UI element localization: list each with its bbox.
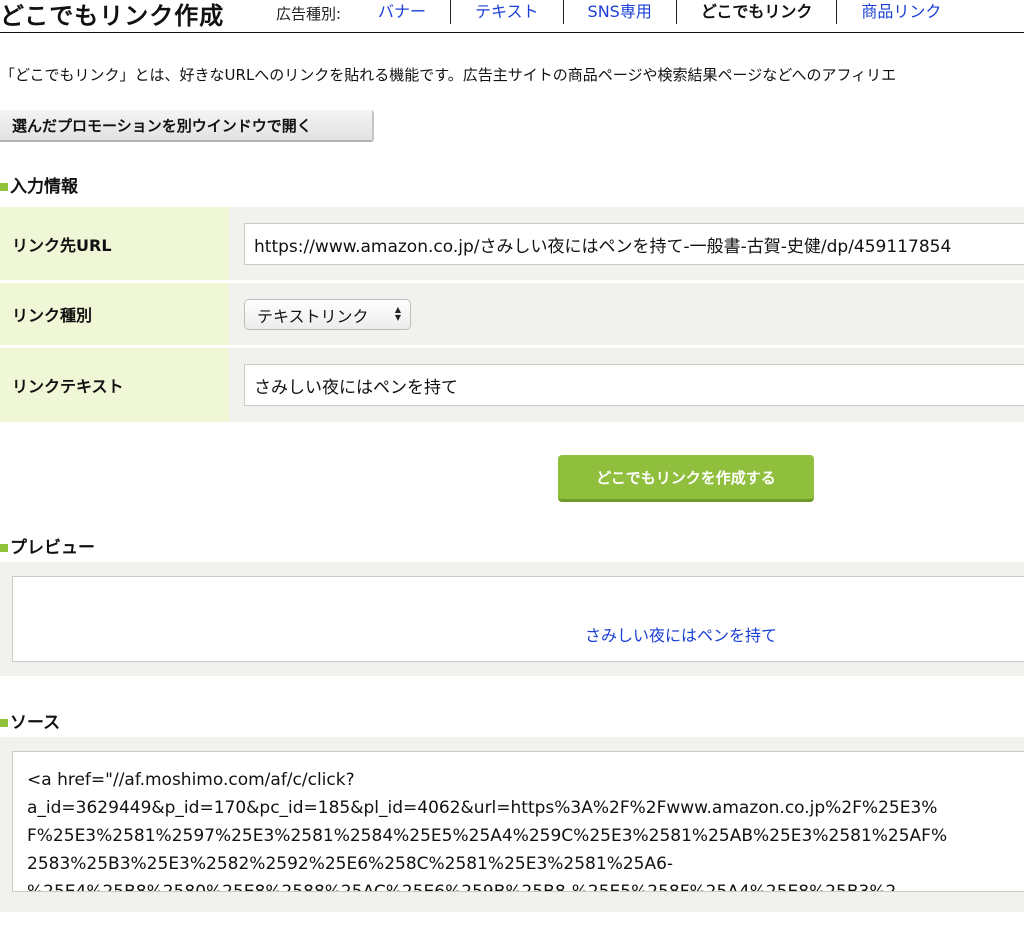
preview-section-title: プレビュー	[10, 538, 95, 558]
source-line: 2583%25B3%25E3%2582%2592%25E6%258C%2581%…	[27, 854, 674, 874]
form-row-url: リンク先URL https://www.amazon.co.jp/さみしい夜には…	[0, 207, 1024, 280]
link-type-selected: テキストリンク	[257, 306, 369, 326]
source-section-title: ソース	[10, 713, 61, 733]
input-section-title: 入力情報	[10, 177, 78, 197]
form-row-text: リンクテキスト さみしい夜にはペンを持て	[0, 348, 1024, 422]
tab-anywhere-link[interactable]: どこでもリンク	[677, 0, 838, 24]
tab-text[interactable]: テキスト	[451, 0, 564, 24]
ad-type-label: 広告種別:	[276, 5, 342, 23]
preview-box: さみしい夜にはペンを持て	[12, 576, 1024, 662]
tab-sns[interactable]: SNS専用	[564, 0, 677, 24]
source-code-box[interactable]: <a href="//af.moshimo.com/af/c/click? a_…	[12, 751, 1024, 892]
create-link-button[interactable]: どこでもリンクを作成する	[558, 455, 814, 502]
url-input[interactable]: https://www.amazon.co.jp/さみしい夜にはペンを持て-一般…	[244, 223, 1024, 265]
input-section-heading: 入力情報	[0, 172, 78, 197]
green-square-icon	[0, 719, 8, 727]
text-label: リンクテキスト	[0, 348, 229, 422]
tab-product-link[interactable]: 商品リンク	[837, 0, 965, 24]
intro-text: 「どこでもリンク」とは、好きなURLへのリンクを貼れる機能です。広告主サイトの商…	[0, 66, 897, 84]
source-line: F%25E3%2581%2597%25E3%2581%2584%25E5%25A…	[27, 826, 948, 846]
page-header: どこでもリンク作成 広告種別: バナー テキスト SNS専用 どこでもリンク 商…	[0, 0, 1024, 33]
preview-section-heading: プレビュー	[0, 533, 95, 558]
source-section-heading: ソース	[0, 708, 60, 733]
green-square-icon	[0, 183, 8, 191]
green-square-icon	[0, 544, 8, 552]
ad-type-tabs: バナー テキスト SNS専用 どこでもリンク 商品リンク	[354, 0, 965, 32]
preview-area: さみしい夜にはペンを持て	[0, 562, 1024, 676]
source-line: <a href="//af.moshimo.com/af/c/click?	[27, 770, 355, 790]
source-line: a_id=3629449&p_id=170&pc_id=185&pl_id=40…	[27, 798, 938, 818]
select-arrows-icon: ▲ ▼	[394, 305, 401, 322]
form-row-type: リンク種別 テキストリンク ▲ ▼	[0, 283, 1024, 345]
source-area: <a href="//af.moshimo.com/af/c/click? a_…	[0, 737, 1024, 912]
preview-link[interactable]: さみしい夜にはペンを持て	[585, 622, 777, 646]
open-promotion-window-button[interactable]: 選んだプロモーションを別ウインドウで開く	[0, 110, 374, 142]
page-title: どこでもリンク作成	[0, 2, 225, 30]
link-type-select[interactable]: テキストリンク ▲ ▼	[244, 299, 411, 330]
tab-banner[interactable]: バナー	[354, 0, 452, 24]
type-label: リンク種別	[0, 283, 229, 345]
source-line: %25E4%25B8%2580%25E8%2588%25AC%25E6%259B…	[27, 882, 897, 892]
link-text-input[interactable]: さみしい夜にはペンを持て	[244, 364, 1024, 406]
url-label: リンク先URL	[0, 207, 229, 280]
